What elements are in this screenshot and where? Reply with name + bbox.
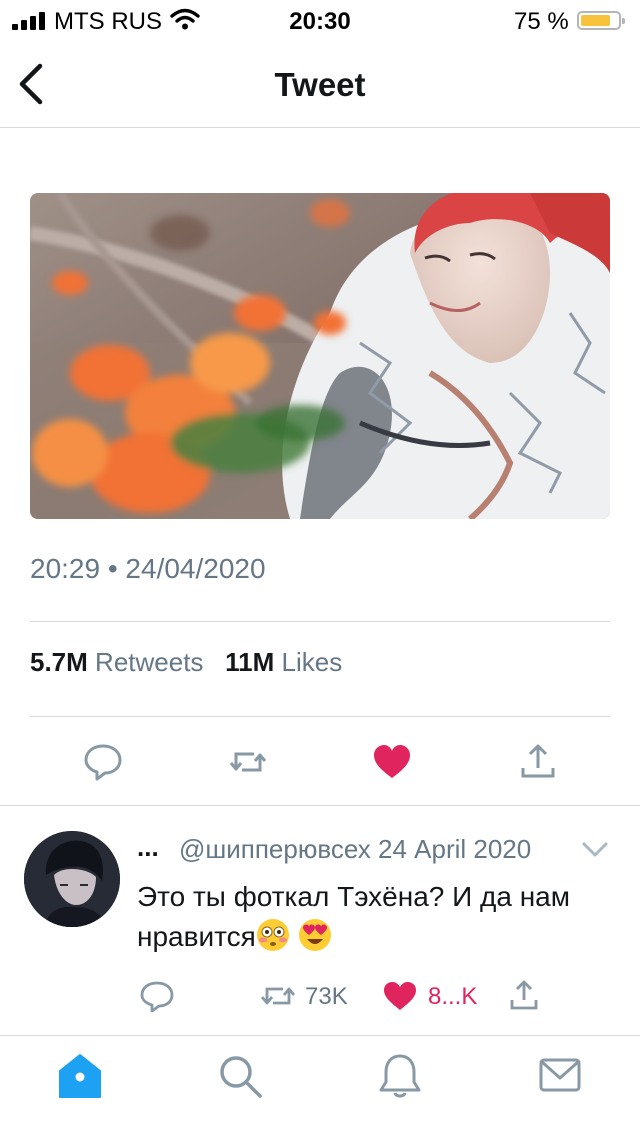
chevron-down-icon[interactable] xyxy=(580,838,610,860)
divider xyxy=(30,621,610,622)
retweet-icon[interactable] xyxy=(228,742,268,782)
avatar[interactable] xyxy=(24,831,120,927)
reply-like-count: 8...K xyxy=(428,983,478,1010)
reply-meta: @шипперювсех 24 April 2020 xyxy=(179,834,531,865)
retweet-icon[interactable] xyxy=(259,980,297,1012)
retweets-label[interactable]: Retweets xyxy=(95,647,203,677)
likes-label[interactable]: Likes xyxy=(282,647,343,677)
page-title: Tweet xyxy=(274,66,366,103)
share-icon[interactable] xyxy=(508,980,540,1012)
tweet-photo[interactable] xyxy=(30,193,610,519)
share-icon[interactable] xyxy=(518,742,558,782)
nav-bar: Tweet xyxy=(0,40,640,128)
reply-text: Это ты фоткал Тэхёна? И да нам нравится xyxy=(137,877,597,957)
mail-icon[interactable] xyxy=(536,1052,584,1100)
heart-icon[interactable] xyxy=(382,980,418,1012)
heart-eyes-emoji-icon xyxy=(298,919,331,951)
bell-icon[interactable] xyxy=(376,1052,424,1100)
reply-icon[interactable] xyxy=(139,980,175,1012)
reply-retweet-count: 73K xyxy=(305,983,348,1010)
reply-handle[interactable]: @шипперювсех xyxy=(179,834,371,864)
reply-date: 24 April 2020 xyxy=(378,834,532,864)
divider xyxy=(30,716,610,717)
retweets-count[interactable]: 5.7M xyxy=(30,647,88,677)
engagement-stats: 5.7M Retweets 11M Likes xyxy=(30,647,342,678)
likes-count[interactable]: 11M xyxy=(225,647,274,677)
status-bar: MTS RUS 20:30 75 % xyxy=(0,0,640,40)
reply-author-name[interactable]: ... xyxy=(137,832,159,863)
flushed-face-emoji-icon xyxy=(256,919,289,951)
reply-icon[interactable] xyxy=(83,742,123,782)
tweet-timestamp: 20:29 • 24/04/2020 xyxy=(30,553,266,584)
divider xyxy=(0,805,640,806)
battery-icon xyxy=(577,11,625,30)
reply-text-content: Это ты фоткал Тэхёна? И да нам нравится xyxy=(137,881,571,952)
search-icon[interactable] xyxy=(216,1052,264,1100)
heart-icon[interactable] xyxy=(372,742,412,782)
tab-bar xyxy=(0,1036,640,1136)
battery-percent: 75 % xyxy=(514,8,569,35)
home-icon[interactable] xyxy=(56,1052,104,1100)
